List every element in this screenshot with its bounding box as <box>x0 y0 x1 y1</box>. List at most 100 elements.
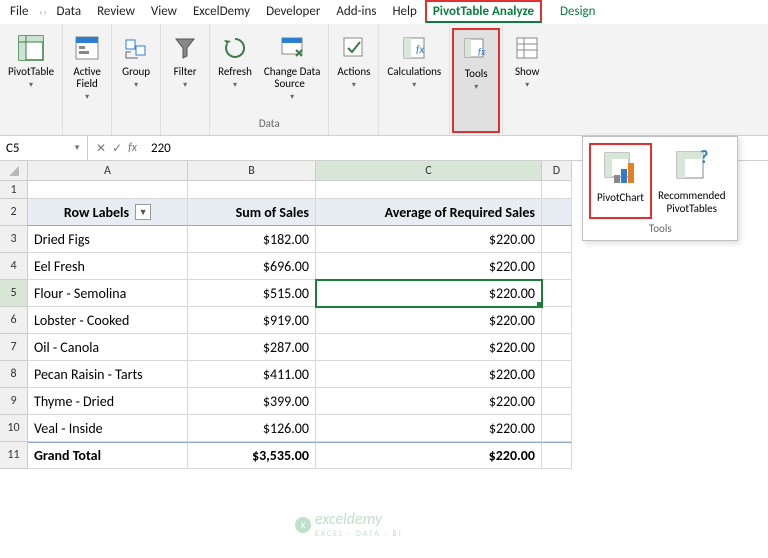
group-actions: Actions▾ <box>329 24 379 135</box>
col-head-a[interactable]: A <box>28 161 188 181</box>
tab-data[interactable]: Data <box>49 0 90 23</box>
btn-change-data-source[interactable]: Change Data Source ▾ <box>258 28 327 115</box>
row-head-1[interactable]: 1 <box>0 181 28 199</box>
cell-sum[interactable]: $411.00 <box>188 361 316 388</box>
tab-view[interactable]: View <box>143 0 185 23</box>
cell-avg[interactable]: $220.00 <box>316 388 542 415</box>
tools-panel-label: Tools <box>589 219 731 238</box>
svg-text:fx: fx <box>478 45 486 58</box>
cell-item[interactable]: Thyme - Dried <box>28 388 188 415</box>
btn-actions[interactable]: Actions▾ <box>331 28 376 133</box>
cell-avg[interactable]: $220.00 <box>316 307 542 334</box>
cell-avg[interactable]: $220.00 <box>316 226 542 253</box>
col-head-c[interactable]: C <box>316 161 542 181</box>
btn-pivotchart[interactable]: PivotChart <box>589 143 652 219</box>
name-box[interactable]: C5▼ <box>0 136 88 160</box>
row-head-4[interactable]: 4 <box>0 253 28 280</box>
btn-tools[interactable]: fx Tools▾ <box>452 28 500 133</box>
formula-input[interactable]: 220 <box>145 141 171 156</box>
refresh-icon <box>219 32 251 64</box>
tab-help[interactable]: Help <box>384 0 424 23</box>
row-head-2[interactable]: 2 <box>0 199 28 226</box>
cell-item[interactable]: Pecan Raisin - Tarts <box>28 361 188 388</box>
btn-pivottable[interactable]: PivotTable▾ <box>2 28 60 133</box>
tab-exceldemy[interactable]: ExcelDemy <box>185 0 258 23</box>
cell-sum[interactable]: $919.00 <box>188 307 316 334</box>
tab-arrows[interactable]: ‹› <box>36 0 48 23</box>
cell-avg-header[interactable]: Average of Required Sales <box>316 199 542 226</box>
cell-sum[interactable]: $399.00 <box>188 388 316 415</box>
active-field-icon <box>71 32 103 64</box>
tools-dropdown-panel: PivotChart ? Recommended PivotTables Too… <box>582 136 738 241</box>
table-row: 10Veal - Inside$126.00$220.00 <box>0 415 768 442</box>
btn-filter[interactable]: Filter▾ <box>163 28 207 133</box>
btn-recommended-pivottables[interactable]: ? Recommended PivotTables <box>652 143 731 219</box>
row-head-3[interactable]: 3 <box>0 226 28 253</box>
table-row: 8Pecan Raisin - Tarts$411.00$220.00 <box>0 361 768 388</box>
btn-active-field[interactable]: Active Field▾ <box>65 28 109 133</box>
cell-avg[interactable]: $220.00 <box>316 334 542 361</box>
tab-addins[interactable]: Add-ins <box>328 0 384 23</box>
tab-developer[interactable]: Developer <box>258 0 328 23</box>
tab-pivottable-analyze[interactable]: PivotTable Analyze <box>425 0 542 23</box>
btn-show[interactable]: Show▾ <box>505 28 549 133</box>
btn-calculations[interactable]: fx Calculations▾ <box>381 28 447 133</box>
actions-icon <box>338 32 370 64</box>
row-head-8[interactable]: 8 <box>0 361 28 388</box>
group-group: Group▾ <box>112 24 161 135</box>
cell-avg[interactable]: $220.00 <box>316 415 542 442</box>
btn-group[interactable]: Group▾ <box>114 28 158 133</box>
cell-item[interactable]: Oil - Canola <box>28 334 188 361</box>
group-data: Refresh▾ Change Data Source ▾ Data <box>210 24 329 135</box>
ribbon-tabs: File ‹› Data Review View ExcelDemy Devel… <box>0 0 768 24</box>
cell-item[interactable]: Lobster - Cooked <box>28 307 188 334</box>
ribbon: PivotTable▾ Active Field▾ Group▾ Filter▾ <box>0 24 768 136</box>
cell-item[interactable]: Flour - Semolina <box>28 280 188 307</box>
cancel-icon[interactable]: ✕ <box>96 141 106 156</box>
tab-file[interactable]: File <box>2 0 36 23</box>
namebox-dropdown-icon[interactable]: ▼ <box>73 143 81 153</box>
table-row: 6Lobster - Cooked$919.00$220.00 <box>0 307 768 334</box>
cell-rowlabels-header[interactable]: Row Labels ▼ <box>28 199 188 226</box>
recommended-icon: ? <box>672 147 712 187</box>
cell-item[interactable]: Veal - Inside <box>28 415 188 442</box>
select-all-corner[interactable] <box>0 161 28 181</box>
row-head-6[interactable]: 6 <box>0 307 28 334</box>
cell-grandtotal-avg[interactable]: $220.00 <box>316 442 542 469</box>
cell-sum-header[interactable]: Sum of Sales <box>188 199 316 226</box>
row-head-7[interactable]: 7 <box>0 334 28 361</box>
tab-review[interactable]: Review <box>89 0 143 23</box>
col-head-d[interactable]: D <box>542 161 572 181</box>
cell-item[interactable]: Eel Fresh <box>28 253 188 280</box>
cell-sum[interactable]: $696.00 <box>188 253 316 280</box>
rowlabels-filter-button[interactable]: ▼ <box>135 204 151 220</box>
enter-icon[interactable]: ✓ <box>112 141 122 156</box>
filter-icon <box>169 32 201 64</box>
cell-grandtotal-label[interactable]: Grand Total <box>28 442 188 469</box>
pivottable-icon <box>15 32 47 64</box>
group-filter: Filter▾ <box>161 24 210 135</box>
group-icon <box>120 32 152 64</box>
calculations-icon: fx <box>398 32 430 64</box>
col-head-b[interactable]: B <box>188 161 316 181</box>
fx-icon[interactable]: fx <box>128 141 137 156</box>
cell-item[interactable]: Dried Figs <box>28 226 188 253</box>
cell-avg[interactable]: $220.00 <box>316 253 542 280</box>
group-label-data: Data <box>212 115 326 133</box>
change-data-source-icon <box>276 32 308 64</box>
cell-sum[interactable]: $287.00 <box>188 334 316 361</box>
btn-refresh[interactable]: Refresh▾ <box>212 28 258 115</box>
tab-design[interactable]: Design <box>552 0 603 23</box>
table-row: 4Eel Fresh$696.00$220.00 <box>0 253 768 280</box>
cell-sum[interactable]: $126.00 <box>188 415 316 442</box>
row-head-10[interactable]: 10 <box>0 415 28 442</box>
cell-grandtotal-sum[interactable]: $3,535.00 <box>188 442 316 469</box>
row-head-11[interactable]: 11 <box>0 442 28 469</box>
cell-sum[interactable]: $182.00 <box>188 226 316 253</box>
cell-avg[interactable]: $220.00 <box>316 280 542 307</box>
cell-avg[interactable]: $220.00 <box>316 361 542 388</box>
row-head-5[interactable]: 5 <box>0 280 28 307</box>
watermark: x exceldemyEXCEL · DATA · BI <box>295 510 403 539</box>
row-head-9[interactable]: 9 <box>0 388 28 415</box>
cell-sum[interactable]: $515.00 <box>188 280 316 307</box>
